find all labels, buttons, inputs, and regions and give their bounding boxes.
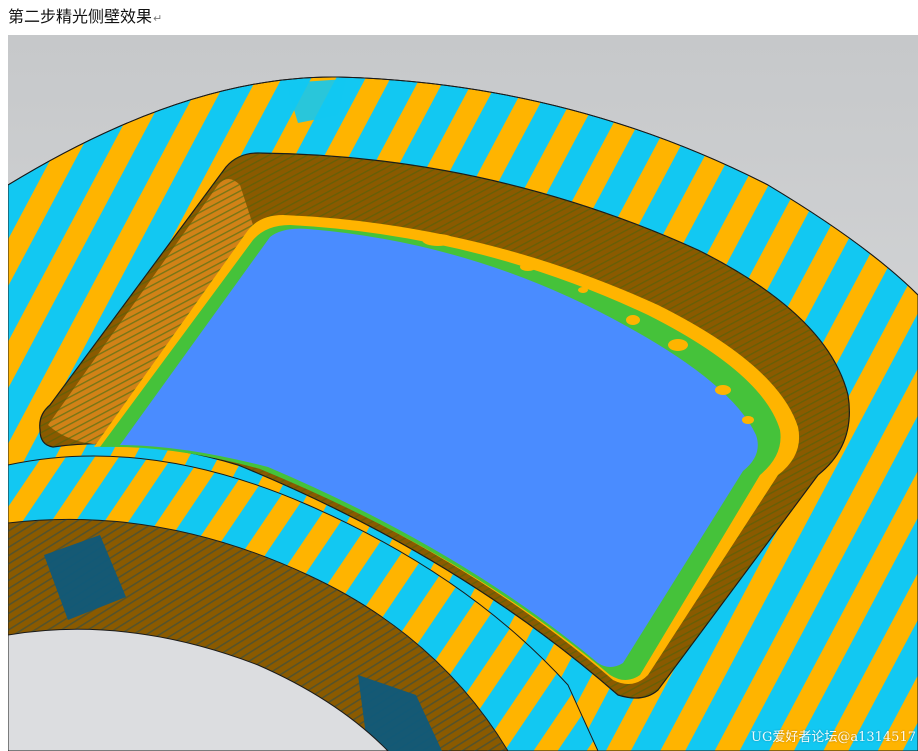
cad-render [8,35,918,751]
machining-simulation-image [8,35,918,751]
figure-caption: 第二步精光侧壁效果↵ [8,4,162,30]
document-page: 第二步精光侧壁效果↵ UG爱好者论坛@a1314517 [0,0,918,751]
watermark-text: UG爱好者论坛@a1314517 [751,730,916,745]
paragraph-return-mark: ↵ [153,12,163,25]
caption-text: 第二步精光侧壁效果 [8,7,153,26]
